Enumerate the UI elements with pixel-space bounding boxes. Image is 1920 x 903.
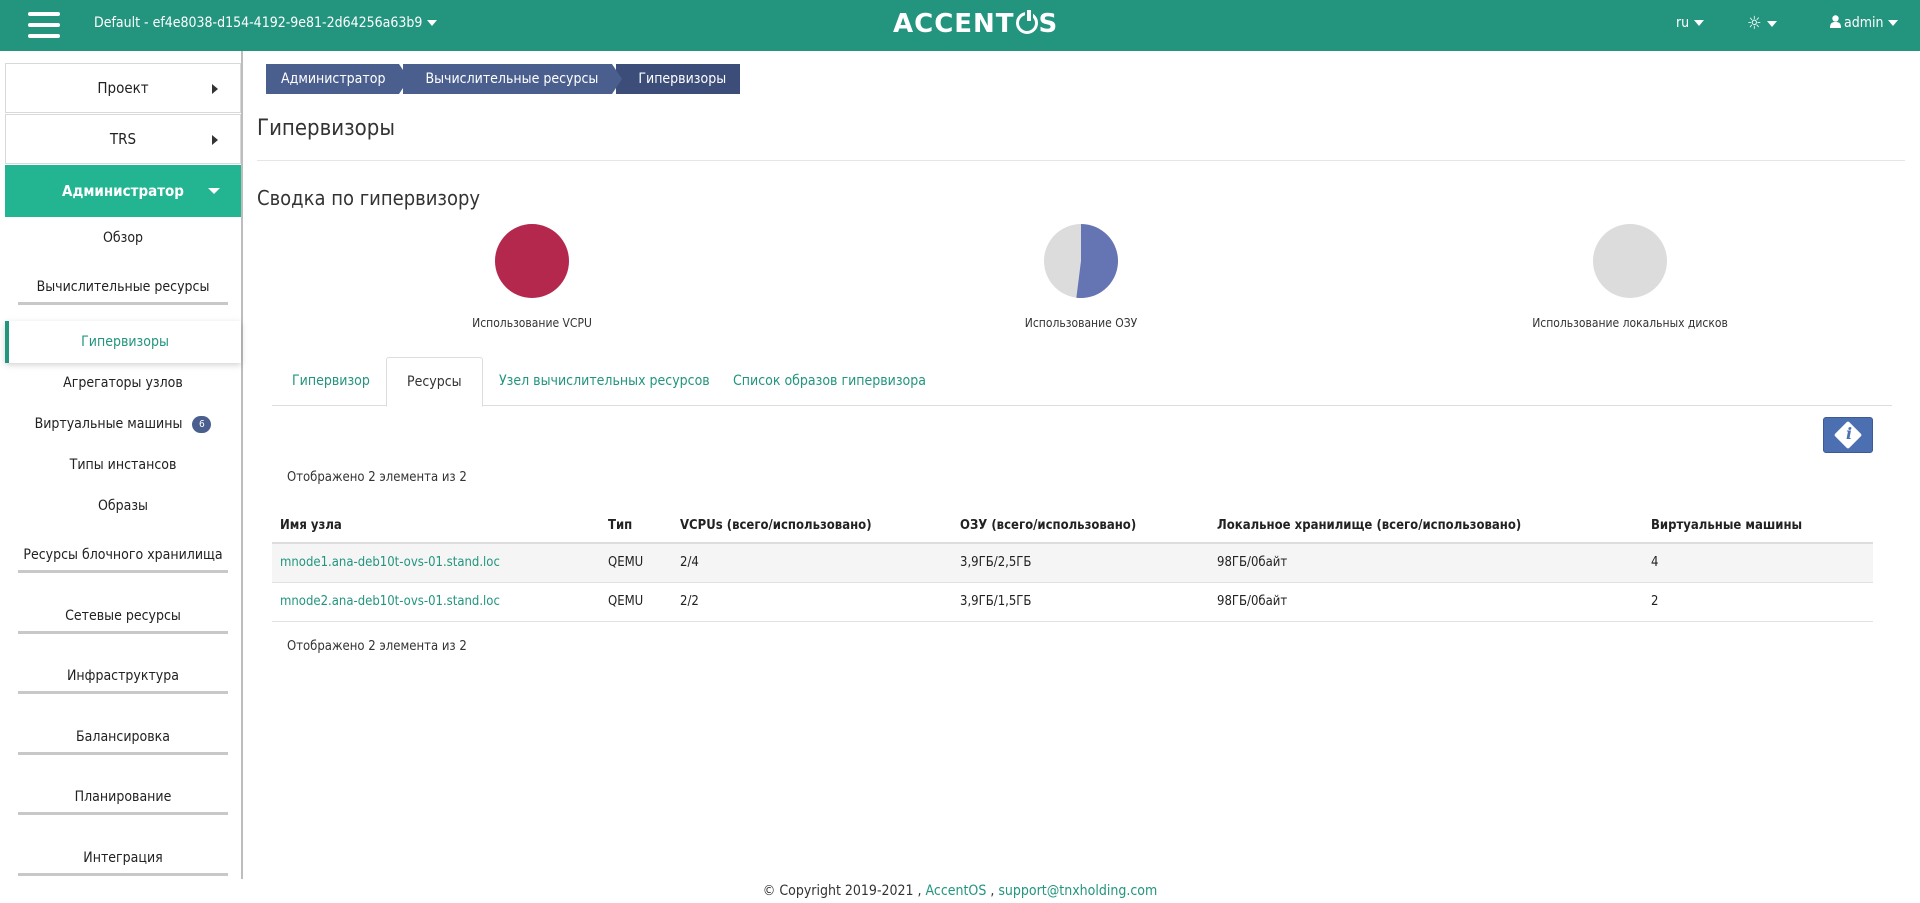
host-link[interactable]: mnode1.ana-deb10t-ovs-01.stand.loc	[280, 555, 500, 570]
copyright-text: © Copyright 2019-2021 ,	[762, 883, 922, 899]
sidebar-section-project[interactable]: Проект	[5, 63, 241, 113]
brand-link[interactable]: AccentOS	[926, 883, 987, 899]
pie-label-disk: Использование локальных дисков	[1532, 316, 1728, 330]
table-count-top: Отображено 2 элемента из 2	[287, 470, 467, 485]
power-icon	[1015, 10, 1038, 34]
breadcrumb-compute[interactable]: Вычислительные ресурсы	[403, 64, 623, 94]
table-cell: 2/2	[672, 582, 952, 622]
pie-chart-ram	[1044, 224, 1118, 298]
project-name: Default - ef4e8038-d154-4192-9e81-2d6425…	[94, 15, 423, 31]
table-cell: 2/4	[672, 543, 952, 583]
info-button[interactable]: i	[1823, 417, 1873, 453]
sidebar-section-trs[interactable]: TRS	[5, 114, 241, 164]
tab-compute-host[interactable]: Узел вычислительных ресурсов	[479, 357, 730, 406]
pie-chart-vcpu	[495, 224, 569, 298]
sidebar-item-block-storage[interactable]: Ресурсы блочного хранилища	[5, 547, 241, 573]
sidebar-item-instances[interactable]: Виртуальные машины 6	[5, 416, 241, 433]
sidebar-item-balancing[interactable]: Балансировка	[5, 729, 241, 755]
sidebar-item-network[interactable]: Сетевые ресурсы	[5, 608, 241, 634]
tab-resources[interactable]: Ресурсы	[386, 357, 483, 407]
table-cell: 98ГБ/0байт	[1209, 543, 1643, 583]
settings-menu[interactable]: ☼	[1747, 13, 1777, 34]
pie-vcpu: Использование VCPU	[412, 224, 652, 330]
chevron-down-icon	[427, 20, 438, 26]
chevron-down-icon	[1766, 21, 1777, 27]
sidebar-item-flavors[interactable]: Типы инстансов	[5, 457, 241, 473]
table-cell: 3,9ГБ/2,5ГБ	[952, 543, 1209, 583]
pie-label-ram: Использование ОЗУ	[1024, 316, 1138, 330]
table-cell: 2	[1643, 582, 1873, 622]
breadcrumb: Администратор Вычислительные ресурсы Гип…	[266, 64, 744, 94]
column-header: VCPUs (всего/использовано)	[672, 508, 952, 544]
pie-chart-disk	[1593, 224, 1667, 298]
tab-bar: Гипервизор Ресурсы Узел вычислительных р…	[272, 357, 1892, 407]
user-name: admin	[1844, 15, 1884, 31]
divider	[257, 160, 1905, 161]
chevron-right-icon	[212, 135, 218, 145]
pie-slice-used	[1076, 224, 1118, 298]
table-cell: 3,9ГБ/1,5ГБ	[952, 582, 1209, 622]
column-header: Тип	[600, 508, 672, 544]
pie-background	[1593, 224, 1667, 298]
column-header: ОЗУ (всего/использовано)	[952, 508, 1209, 544]
table-cell: 4	[1643, 543, 1873, 583]
sidebar-section-admin[interactable]: Администратор	[5, 165, 241, 217]
sidebar-item-images[interactable]: Образы	[5, 498, 241, 514]
hypervisor-table: Имя узла Тип VCPUs (всего/использовано) …	[272, 508, 1873, 622]
table-cell: 98ГБ/0байт	[1209, 582, 1643, 622]
chevron-right-icon	[212, 84, 218, 94]
language-selector[interactable]: ru	[1676, 15, 1705, 31]
support-email-link[interactable]: support@tnxholding.com	[998, 883, 1157, 899]
sidebar-item-integration[interactable]: Интеграция	[5, 850, 241, 876]
summary-title: Сводка по гипервизору	[257, 186, 481, 210]
footer-separator: ,	[990, 883, 995, 899]
sidebar-item-hypervisors[interactable]: Гипервизоры	[5, 321, 241, 363]
table-row: mnode2.ana-deb10t-ovs-01.stand.loc QEMU …	[272, 582, 1873, 622]
chevron-down-icon	[208, 188, 220, 194]
sidebar-item-compute[interactable]: Вычислительные ресурсы	[5, 279, 241, 305]
chevron-down-icon	[1888, 20, 1899, 26]
column-header: Имя узла	[272, 508, 600, 544]
project-selector[interactable]: Default - ef4e8038-d154-4192-9e81-2d6425…	[94, 15, 438, 31]
pie-disk: Использование локальных дисков	[1510, 224, 1750, 330]
pie-slice-used	[495, 224, 569, 298]
pie-ram: Использование ОЗУ	[961, 224, 1201, 330]
language-label: ru	[1676, 15, 1690, 31]
host-link[interactable]: mnode2.ana-deb10t-ovs-01.stand.loc	[280, 594, 500, 609]
menu-icon[interactable]	[28, 12, 60, 38]
page-title: Гипервизоры	[257, 116, 395, 141]
table-row: mnode1.ana-deb10t-ovs-01.stand.loc QEMU …	[272, 543, 1873, 583]
breadcrumb-hypervisors[interactable]: Гипервизоры	[616, 64, 741, 94]
table-header-row: Имя узла Тип VCPUs (всего/использовано) …	[272, 508, 1873, 544]
column-header: Виртуальные машины	[1643, 508, 1873, 544]
user-icon	[1830, 15, 1841, 28]
column-header: Локальное хранилище (всего/использовано)	[1209, 508, 1643, 544]
pie-label-vcpu: Использование VCPU	[472, 316, 592, 330]
tab-hypervisor[interactable]: Гипервизор	[272, 357, 390, 406]
chevron-down-icon	[1694, 20, 1705, 26]
breadcrumb-admin[interactable]: Администратор	[266, 64, 410, 94]
gear-icon: ☼	[1747, 13, 1762, 34]
sidebar-item-aggregates[interactable]: Агрегаторы узлов	[5, 375, 241, 391]
sidebar: Проект TRS Администратор Обзор Вычислите…	[0, 51, 243, 879]
footer: © Copyright 2019-2021 , AccentOS , suppo…	[0, 883, 1920, 899]
tab-hypervisor-images[interactable]: Список образов гипервизора	[713, 357, 946, 406]
user-menu[interactable]: admin	[1830, 15, 1899, 31]
logo: ACCENT S	[893, 9, 1059, 39]
sidebar-item-planning[interactable]: Планирование	[5, 789, 241, 815]
table-cell: QEMU	[600, 582, 672, 622]
table-cell: QEMU	[600, 543, 672, 583]
top-bar: Default - ef4e8038-d154-4192-9e81-2d6425…	[0, 0, 1920, 51]
instances-count-badge: 6	[192, 416, 212, 433]
sidebar-item-overview[interactable]: Обзор	[5, 230, 241, 246]
sidebar-item-infrastructure[interactable]: Инфраструктура	[5, 668, 241, 694]
table-count-bottom: Отображено 2 элемента из 2	[287, 639, 467, 654]
